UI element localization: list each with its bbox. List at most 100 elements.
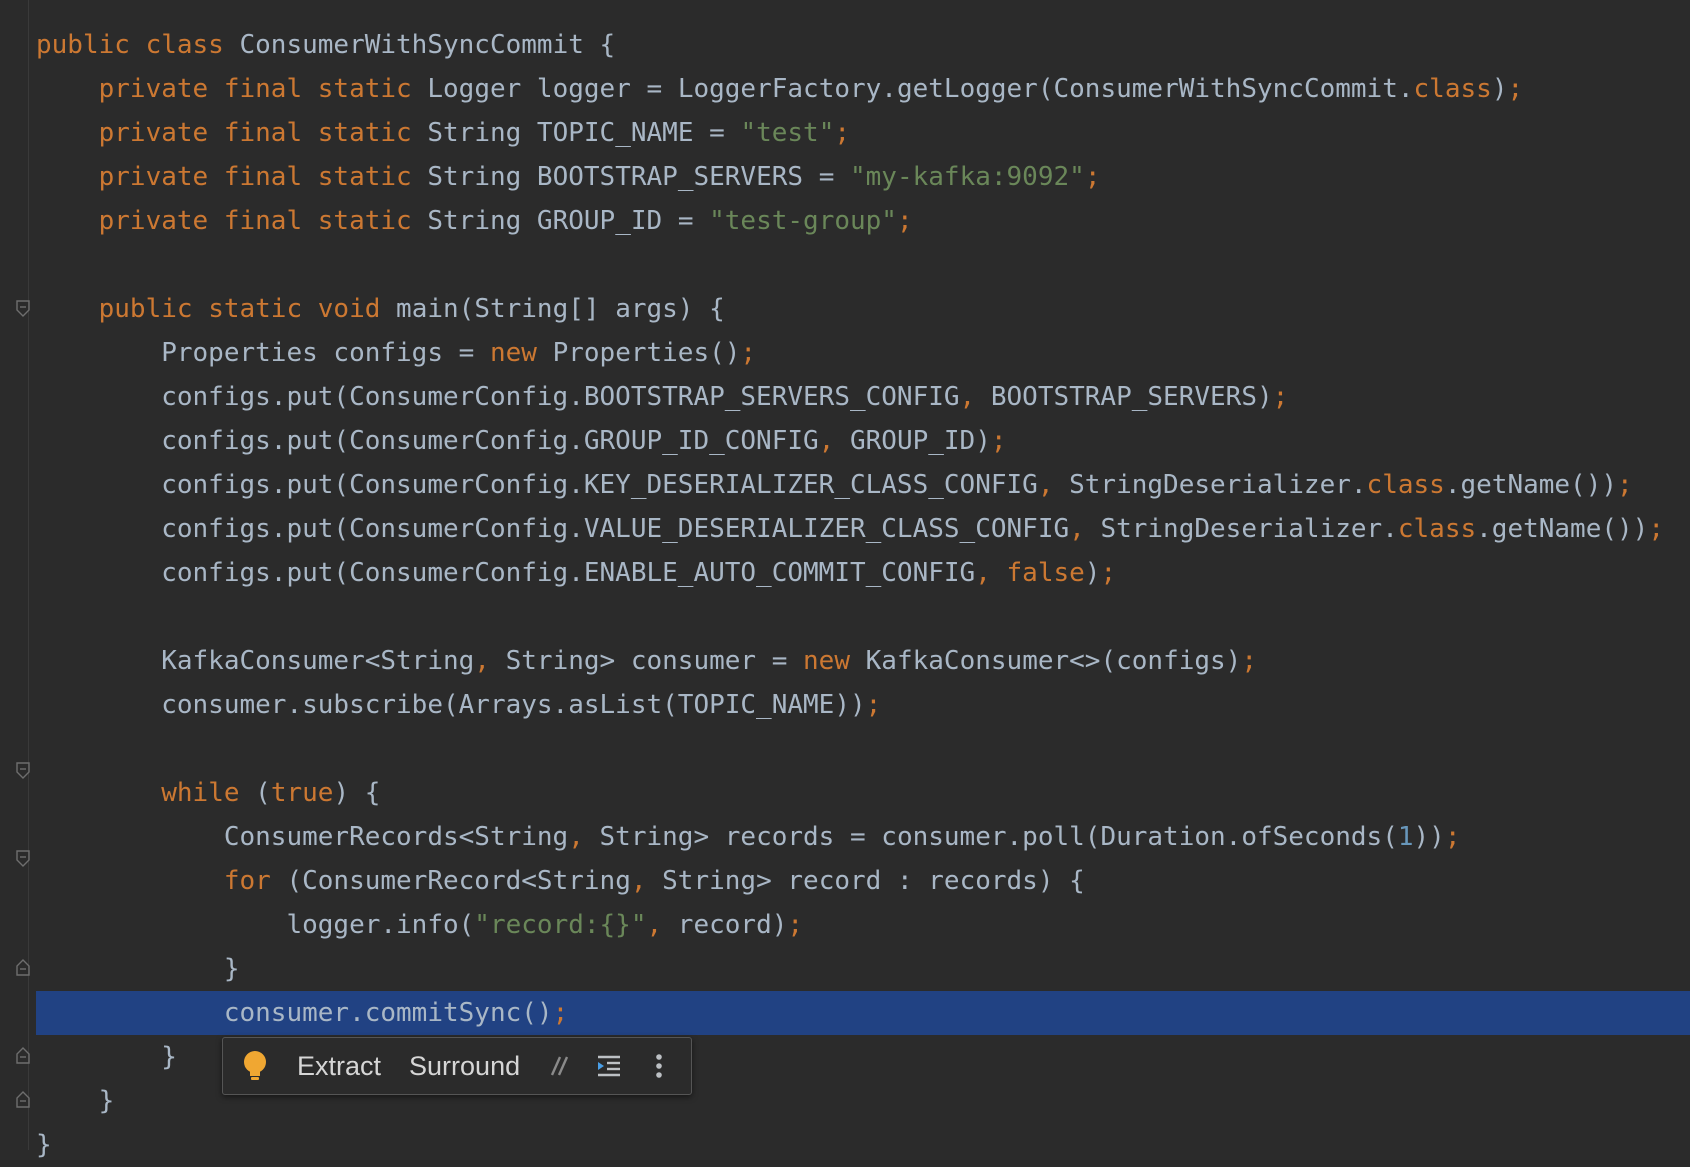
code-token: consumer.subscribe(Arrays.asList(TOPIC_N… <box>36 690 866 720</box>
code-token: .getName()) <box>1444 470 1618 500</box>
code-token: String> consumer = <box>505 646 804 676</box>
code-token: configs.put(ConsumerConfig.KEY_DESERIALI… <box>36 470 1038 500</box>
code-line[interactable]: while (true) { <box>36 771 380 815</box>
code-token: ; <box>834 118 851 148</box>
code-line[interactable]: for (ConsumerRecord<String, String> reco… <box>36 859 1085 903</box>
code-token: ; <box>990 426 1007 456</box>
code-token: StringDeserializer. <box>1069 470 1367 500</box>
more-options-icon[interactable] <box>644 1051 674 1081</box>
code-line[interactable]: } <box>36 947 240 991</box>
code-token: ( <box>255 778 271 808</box>
code-token: configs.put(ConsumerConfig.BOOTSTRAP_SER… <box>36 382 960 412</box>
extract-button[interactable]: Extract <box>283 1051 395 1082</box>
code-token: configs.put(ConsumerConfig.GROUP_ID_CONF… <box>36 426 819 456</box>
lightbulb-icon[interactable] <box>241 1049 269 1083</box>
code-token: configs.put(ConsumerConfig.ENABLE_AUTO_C… <box>36 558 976 588</box>
code-line[interactable]: logger.info("record:{}", record); <box>36 903 803 947</box>
code-token: logger.info( <box>36 910 475 940</box>
code-token: configs.put(ConsumerConfig.VALUE_DESERIA… <box>36 514 1070 544</box>
fold-end-icon[interactable] <box>15 1046 31 1064</box>
code-token: ; <box>1444 822 1461 852</box>
code-token: class <box>1366 470 1445 500</box>
code-token: KafkaConsumer<>(configs) <box>865 646 1242 676</box>
fold-start-icon[interactable] <box>15 850 31 868</box>
code-line[interactable]: private final static String GROUP_ID = "… <box>36 199 913 243</box>
fold-end-icon[interactable] <box>15 958 31 976</box>
code-editor[interactable]: public class ConsumerWithSyncCommit { pr… <box>0 0 1690 1160</box>
code-token: BOOTSTRAP_SERVERS) <box>990 382 1273 412</box>
code-line[interactable]: configs.put(ConsumerConfig.GROUP_ID_CONF… <box>36 419 1007 463</box>
code-token: private final static <box>98 162 428 192</box>
code-token: String GROUP_ID = <box>427 206 710 236</box>
code-token: Properties() <box>552 338 741 368</box>
code-token: ) <box>1084 558 1101 588</box>
code-line[interactable]: public static void main(String[] args) { <box>36 287 725 331</box>
code-token: true <box>270 778 334 808</box>
code-line[interactable]: private final static String TOPIC_NAME =… <box>36 111 850 155</box>
code-token: Logger logger = LoggerFactory.getLogger(… <box>427 74 1414 104</box>
code-token: , <box>646 910 678 940</box>
code-token: ; <box>896 206 913 236</box>
code-token: new <box>489 338 553 368</box>
code-token: ConsumerRecords<String <box>36 822 569 852</box>
code-line[interactable]: private final static Logger logger = Log… <box>36 67 1524 111</box>
code-token: false <box>1006 558 1085 588</box>
code-line-selected[interactable]: consumer.commitSync(); <box>36 991 1690 1035</box>
code-line[interactable]: Properties configs = new Properties(); <box>36 331 756 375</box>
code-token: } <box>36 1130 52 1160</box>
code-token: KafkaConsumer<String <box>36 646 475 676</box>
code-token: private final static <box>98 74 428 104</box>
editor-gutter[interactable] <box>0 0 36 1150</box>
surround-button[interactable]: Surround <box>395 1051 534 1082</box>
code-token: } <box>36 954 240 984</box>
code-token: , <box>818 426 850 456</box>
fold-start-icon[interactable] <box>15 300 31 318</box>
code-token: public class <box>36 30 240 60</box>
code-token: public static void <box>98 294 397 324</box>
code-line[interactable]: configs.put(ConsumerConfig.KEY_DESERIALI… <box>36 463 1633 507</box>
code-token: , <box>1037 470 1070 500</box>
code-token: ) <box>1491 74 1508 104</box>
code-line[interactable]: } <box>36 1123 52 1167</box>
code-token: new <box>803 646 866 676</box>
code-token: ; <box>1617 470 1633 500</box>
code-token: String BOOTSTRAP_SERVERS = <box>427 162 850 192</box>
fold-start-icon[interactable] <box>15 762 31 780</box>
code-token: class <box>1413 74 1492 104</box>
comment-toggle-icon[interactable] <box>544 1051 574 1081</box>
code-token: Properties configs = <box>36 338 490 368</box>
fold-end-icon[interactable] <box>15 1090 31 1108</box>
code-token: ; <box>865 690 882 720</box>
code-line[interactable]: configs.put(ConsumerConfig.BOOTSTRAP_SER… <box>36 375 1288 419</box>
code-line[interactable]: ConsumerRecords<String, String> records … <box>36 815 1461 859</box>
code-token: , <box>1069 514 1101 544</box>
code-line[interactable]: configs.put(ConsumerConfig.VALUE_DESERIA… <box>36 507 1664 551</box>
code-token: ; <box>787 910 804 940</box>
intention-actions-popup: Extract Surround <box>222 1037 692 1095</box>
code-token: "record:{}" <box>474 910 647 940</box>
code-line[interactable]: public class ConsumerWithSyncCommit { <box>36 23 615 67</box>
code-token: while <box>161 778 256 808</box>
code-line[interactable]: } <box>36 1079 115 1123</box>
code-line[interactable]: configs.put(ConsumerConfig.ENABLE_AUTO_C… <box>36 551 1116 595</box>
code-line[interactable]: KafkaConsumer<String, String> consumer =… <box>36 639 1257 683</box>
code-token: String> record : records) { <box>662 866 1085 896</box>
code-line[interactable]: consumer.subscribe(Arrays.asList(TOPIC_N… <box>36 683 881 727</box>
code-token: } <box>36 1086 115 1116</box>
code-token: String TOPIC_NAME = <box>427 118 741 148</box>
code-token: , <box>568 822 600 852</box>
code-token: "test" <box>740 118 835 148</box>
code-token: .getName()) <box>1476 514 1649 544</box>
code-token: , <box>630 866 663 896</box>
reformat-code-icon[interactable] <box>594 1051 624 1081</box>
code-line[interactable]: private final static String BOOTSTRAP_SE… <box>36 155 1101 199</box>
code-token: main(String[] args) { <box>396 294 725 324</box>
code-token: for <box>223 866 287 896</box>
code-line[interactable]: } <box>36 1035 177 1079</box>
code-token: ; <box>1241 646 1257 676</box>
code-token: )) <box>1413 822 1445 852</box>
